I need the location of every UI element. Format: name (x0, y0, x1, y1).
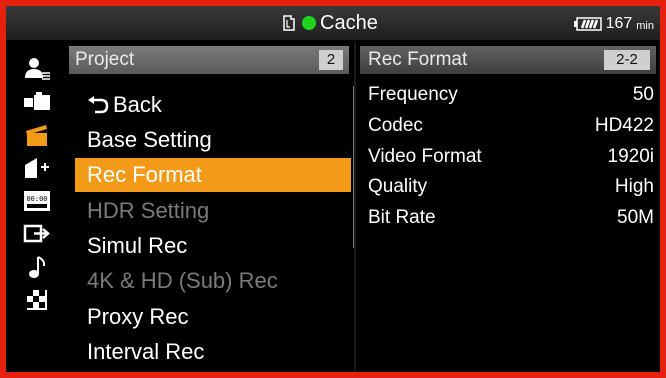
detail-value: 50M (617, 207, 654, 228)
detail-label: Quality (368, 176, 428, 197)
paint-icon[interactable] (6, 151, 68, 184)
category-icon-column: 00:00 (6, 42, 68, 372)
panel-divider (354, 42, 356, 372)
menu-item-rec-format[interactable]: Rec Format (75, 158, 351, 192)
menu-item-label: Interval Rec (87, 339, 205, 364)
detail-value: 50 (632, 84, 654, 105)
menu-item-label: Base Setting (87, 127, 212, 152)
menu-item-4k-hd-sub-rec[interactable]: 4K & HD (Sub) Rec (75, 264, 351, 298)
audio-icon[interactable] (6, 250, 68, 283)
detail-label: Codec (368, 115, 423, 136)
media-label: Cache (320, 11, 378, 34)
detail-row-quality: Quality High (368, 172, 654, 202)
clapper-icon[interactable] (6, 118, 68, 151)
remaining-time: 167 (605, 15, 633, 32)
detail-row-bit-rate: Bit Rate 50M (368, 203, 654, 233)
output-icon[interactable] (6, 217, 68, 250)
camera-icon[interactable] (6, 85, 68, 118)
menu-item-back[interactable]: Back (75, 88, 351, 122)
record-status-dot (302, 16, 316, 30)
detail-title: Rec Format (368, 49, 468, 70)
menu-item-label: Rec Format (87, 162, 202, 187)
detail-header: Rec Format 2-2 (360, 46, 656, 74)
menu-header: Project 2 (69, 46, 349, 74)
status-bar: Cache 167 min (6, 6, 660, 40)
menu-item-label: Simul Rec (87, 233, 188, 258)
menu-list: Project 2 Back Base Setting Rec Format H… (69, 42, 356, 372)
menu-item-label: 4K & HD (Sub) Rec (87, 268, 278, 293)
user-icon[interactable] (6, 52, 68, 85)
menu-item-base-setting[interactable]: Base Setting (75, 123, 351, 157)
detail-value: 1920i (607, 146, 655, 167)
detail-row-video-format: Video Format 1920i (368, 142, 654, 172)
battery-status: 167 min (573, 14, 654, 34)
detail-label: Frequency (368, 84, 458, 105)
menu-item-label: HDR Setting (87, 198, 210, 223)
menu-item-interval-rec[interactable]: Interval Rec (75, 335, 351, 369)
menu-item-proxy-rec[interactable]: Proxy Rec (75, 300, 351, 334)
menu-page-number: 2 (319, 50, 343, 70)
camera-menu-screen: Cache 167 min 00:00 Project 2 Back Base … (6, 6, 660, 372)
menu-item-label: Back (113, 92, 162, 117)
menu-item-simul-rec[interactable]: Simul Rec (75, 229, 351, 263)
menu-item-hdr-setting[interactable]: HDR Setting (75, 194, 351, 228)
menu-item-label: Proxy Rec (87, 304, 189, 329)
detail-value: HD422 (594, 115, 654, 136)
menu-title: Project (75, 49, 135, 70)
detail-label: Bit Rate (368, 207, 436, 228)
battery-icon (573, 17, 602, 31)
detail-value: High (614, 176, 654, 197)
timecode-icon[interactable]: 00:00 (6, 184, 68, 217)
detail-label: Video Format (368, 146, 482, 167)
detail-row-frequency: Frequency 50 (368, 80, 654, 110)
detail-row-codec: Codec HD422 (368, 111, 654, 141)
detail-page-number: 2-2 (604, 50, 650, 70)
detail-panel: Rec Format 2-2 Frequency 50 Codec HD422 … (360, 42, 660, 372)
svg-text:00:00: 00:00 (26, 195, 47, 203)
grid-icon[interactable] (6, 283, 68, 316)
media-status: Cache (282, 11, 378, 35)
back-arrow-icon (88, 96, 109, 114)
remaining-unit: min (636, 20, 654, 32)
media-icon (283, 15, 295, 31)
